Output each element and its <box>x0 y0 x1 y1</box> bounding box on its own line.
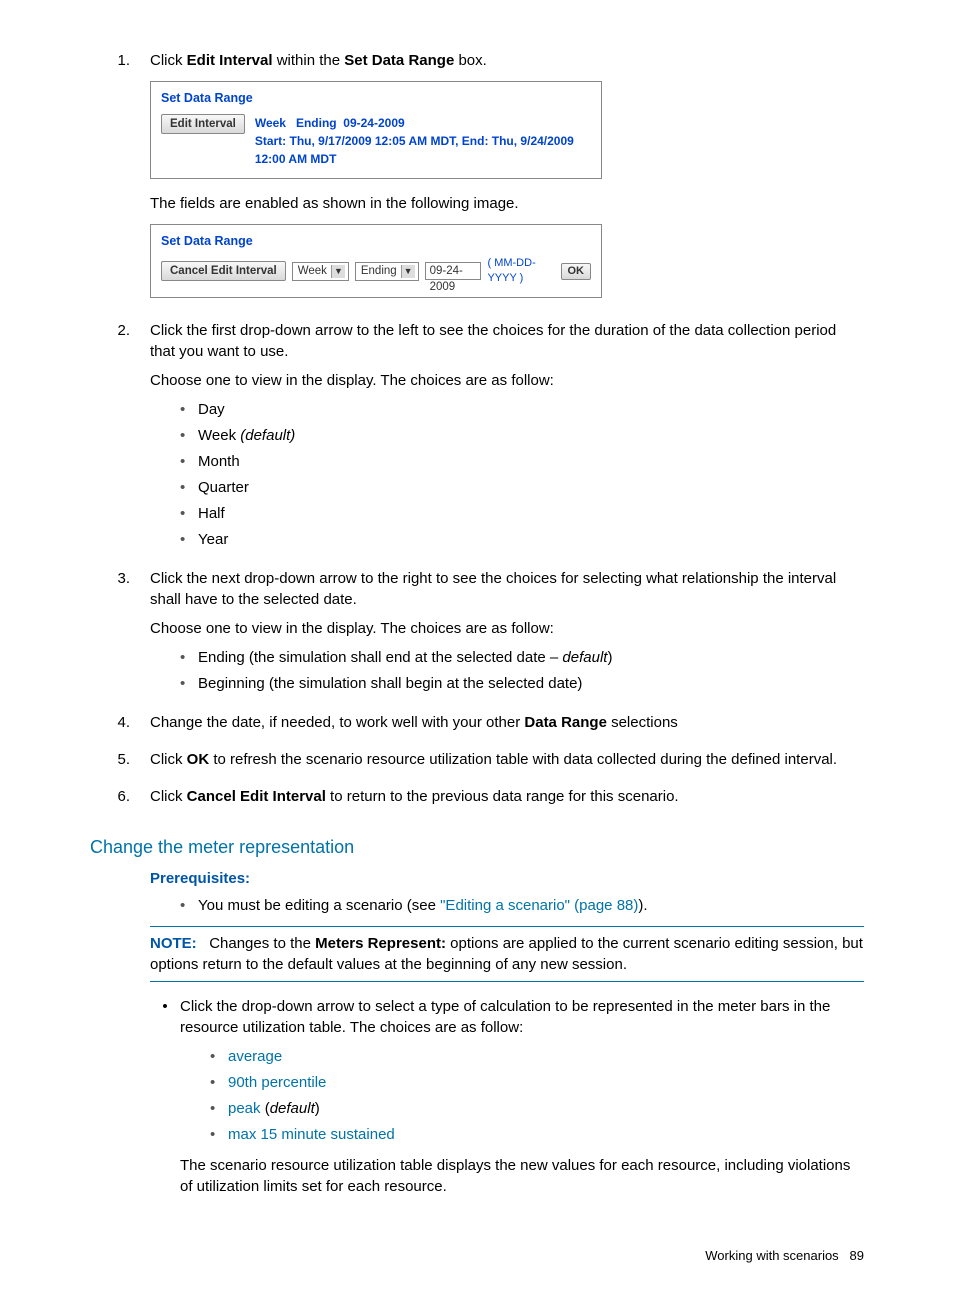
chevron-down-icon: ▼ <box>401 265 415 278</box>
list-item: max 15 minute sustained <box>210 1124 864 1145</box>
list-item: average <box>210 1046 864 1067</box>
section-heading: Change the meter representation <box>90 835 864 860</box>
max-15-min-link[interactable]: max 15 minute sustained <box>228 1126 395 1143</box>
step-number: 6. <box>90 786 150 815</box>
list-item: Year <box>180 529 864 550</box>
box-title: Set Data Range <box>161 233 591 251</box>
list-item: Day <box>180 399 864 420</box>
note-label: NOTE: <box>150 935 197 952</box>
step2-text1: Click the first drop-down arrow to the l… <box>150 320 864 362</box>
screenshot-set-data-range-1: Set Data Range Edit Interval Week Ending… <box>150 81 602 179</box>
interval-summary: Week Ending 09-24-2009 <box>255 114 591 132</box>
edit-interval-button[interactable]: Edit Interval <box>161 114 245 134</box>
average-link[interactable]: average <box>228 1048 282 1065</box>
step-number: 4. <box>90 712 150 741</box>
editing-scenario-link[interactable]: "Editing a scenario" (page 88) <box>440 897 638 914</box>
step-number: 2. <box>90 320 150 560</box>
duration-dropdown[interactable]: Week▼ <box>292 262 349 281</box>
box-title: Set Data Range <box>161 90 591 108</box>
list-item: Week (default) <box>180 425 864 446</box>
step3-text2: Choose one to view in the display. The c… <box>150 618 864 639</box>
list-item: Quarter <box>180 477 864 498</box>
relationship-dropdown[interactable]: Ending▼ <box>355 262 419 281</box>
list-item: Ending (the simulation shall end at the … <box>180 647 864 668</box>
peak-link[interactable]: peak <box>228 1100 261 1117</box>
step-number: 5. <box>90 749 150 778</box>
sub-text2: The scenario resource utilization table … <box>180 1155 864 1197</box>
step-number: 3. <box>90 568 150 704</box>
step6-text: Click Cancel Edit Interval to return to … <box>150 786 864 807</box>
step2-text2: Choose one to view in the display. The c… <box>150 370 864 391</box>
sub-text1: Click the drop-down arrow to select a ty… <box>180 996 864 1038</box>
step-number: 1. <box>90 50 150 312</box>
ok-button[interactable]: OK <box>561 263 592 280</box>
after-step1-text: The fields are enabled as shown in the f… <box>150 193 864 214</box>
list-item: Half <box>180 503 864 524</box>
page-footer: Working with scenarios 89 <box>90 1247 864 1265</box>
list-item: peak (default) <box>210 1098 864 1119</box>
step1-text: Click Edit Interval within the Set Data … <box>150 50 864 71</box>
list-item: Month <box>180 451 864 472</box>
list-item: 90th percentile <box>210 1072 864 1093</box>
step5-text: Click OK to refresh the scenario resourc… <box>150 749 864 770</box>
90th-percentile-link[interactable]: 90th percentile <box>228 1074 326 1091</box>
prerequisites-label: Prerequisites: <box>150 868 864 889</box>
cancel-edit-interval-button[interactable]: Cancel Edit Interval <box>161 261 286 281</box>
note-block: NOTE: Changes to the Meters Represent: o… <box>150 926 864 982</box>
step4-text: Change the date, if needed, to work well… <box>150 712 864 733</box>
interval-range: Start: Thu, 9/17/2009 12:05 AM MDT, End:… <box>255 132 591 168</box>
list-item: Beginning (the simulation shall begin at… <box>180 673 864 694</box>
date-format-hint: ( MM-DD-YYYY ) <box>487 256 554 287</box>
date-field[interactable]: 09-24-2009 <box>425 262 482 280</box>
chevron-down-icon: ▼ <box>331 265 345 278</box>
screenshot-set-data-range-2: Set Data Range Cancel Edit Interval Week… <box>150 224 602 298</box>
step3-text1: Click the next drop-down arrow to the ri… <box>150 568 864 610</box>
bullet-marker: • <box>150 996 180 1197</box>
list-item: You must be editing a scenario (see "Edi… <box>180 895 864 916</box>
